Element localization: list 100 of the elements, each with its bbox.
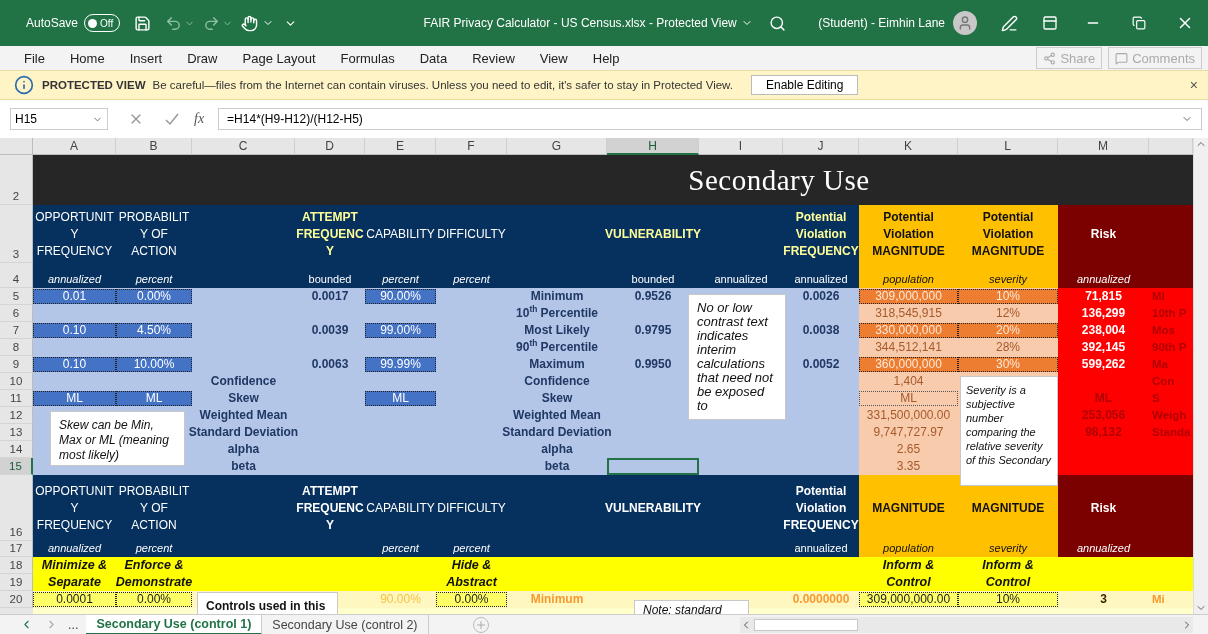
control-label: Enforce & Demonstrate bbox=[115, 557, 193, 591]
unit-label: annualized bbox=[714, 272, 768, 287]
unit-label: annualized bbox=[794, 541, 848, 556]
table-cell: Skew bbox=[228, 390, 259, 407]
insert-function-button[interactable]: fx bbox=[194, 111, 205, 127]
row-header[interactable]: 3 bbox=[0, 205, 33, 263]
row-header[interactable]: 8 bbox=[0, 339, 33, 356]
menu-item[interactable]: Page Layout bbox=[242, 50, 316, 66]
input-cell[interactable]: 0.00% bbox=[436, 592, 507, 607]
column-heading: VULNERABILITY bbox=[605, 499, 701, 517]
input-cell[interactable]: 0.00% bbox=[116, 289, 192, 304]
menu-item[interactable]: Formulas bbox=[340, 50, 395, 66]
input-cell[interactable]: 0.0001 bbox=[33, 592, 116, 607]
table-cell: alpha bbox=[541, 441, 573, 458]
table-cell: 318,545,915 bbox=[875, 305, 942, 322]
input-cell[interactable]: ML bbox=[116, 391, 192, 406]
table-cell-text: Standa bbox=[1151, 425, 1191, 440]
input-cell[interactable]: 10.00% bbox=[116, 357, 192, 372]
table-cell: 10$^{th}$ Percentile bbox=[516, 305, 598, 322]
row-header[interactable]: 6 bbox=[0, 305, 33, 322]
table-cell-text: Weigh bbox=[1151, 408, 1187, 423]
input-cell[interactable]: 99.00% bbox=[365, 323, 436, 338]
menu-item[interactable]: File bbox=[24, 50, 45, 66]
row-header[interactable]: 15 bbox=[0, 458, 33, 475]
name-box[interactable]: H15 bbox=[10, 108, 108, 130]
table-cell: 71,815 bbox=[1085, 288, 1122, 305]
column-header[interactable]: E bbox=[365, 138, 436, 155]
row-header[interactable]: 5 bbox=[0, 288, 33, 305]
control-label: Inform & Control bbox=[882, 557, 935, 591]
table-cell: 0.0026 bbox=[802, 288, 840, 305]
input-cell[interactable]: 0.00% bbox=[116, 592, 192, 607]
row-header[interactable]: 7 bbox=[0, 322, 33, 339]
row-header[interactable]: 2 bbox=[0, 155, 33, 205]
column-header[interactable]: I bbox=[699, 138, 783, 155]
table-cell: Standard Deviation bbox=[502, 424, 612, 441]
column-header[interactable]: G bbox=[507, 138, 607, 155]
user-name: (Student) - Eimhin Lane bbox=[818, 16, 945, 30]
input-cell[interactable]: 0.01 bbox=[33, 289, 116, 304]
menu-item[interactable]: Draw bbox=[187, 50, 218, 66]
input-cell[interactable]: ML bbox=[365, 391, 436, 406]
column-header[interactable]: K bbox=[859, 138, 958, 155]
table-cell: Confidence bbox=[524, 373, 590, 390]
input-cell[interactable]: 4.50% bbox=[116, 323, 192, 338]
row-header[interactable]: 14 bbox=[0, 441, 33, 458]
unit-label: population bbox=[883, 541, 934, 556]
table-cell: alpha bbox=[227, 441, 260, 458]
table-cell-text: S bbox=[1151, 391, 1160, 406]
column-header[interactable]: L bbox=[958, 138, 1058, 155]
row-header[interactable]: 12 bbox=[0, 407, 33, 424]
input-cell[interactable]: ML bbox=[859, 391, 958, 406]
table-cell: ML bbox=[1094, 390, 1113, 407]
menu-item[interactable]: Review bbox=[472, 50, 515, 66]
input-cell[interactable]: 0.10 bbox=[33, 323, 116, 338]
column-header[interactable]: C bbox=[192, 138, 295, 155]
row-header[interactable]: 9 bbox=[0, 356, 33, 373]
input-cell[interactable]: 309,000,000.00 bbox=[859, 592, 958, 607]
close-button[interactable]: × bbox=[1189, 77, 1198, 93]
unit-label: percent bbox=[382, 272, 419, 287]
column-header[interactable]: J bbox=[783, 138, 859, 155]
row-header[interactable]: 10 bbox=[0, 373, 33, 390]
menu-item[interactable]: View bbox=[539, 50, 568, 66]
table-cell: 392,145 bbox=[1081, 339, 1126, 356]
unit-label: annualized bbox=[1076, 541, 1131, 556]
column-header[interactable]: A bbox=[33, 138, 116, 155]
column-header[interactable]: F bbox=[436, 138, 507, 155]
column-header[interactable]: M bbox=[1058, 138, 1149, 155]
input-cell[interactable]: ML bbox=[33, 391, 116, 406]
column-heading: ATTEMPT FREQUENC Y bbox=[296, 482, 364, 534]
row-header[interactable]: 11 bbox=[0, 390, 33, 407]
menu-item[interactable]: Home bbox=[69, 50, 105, 66]
row-header[interactable]: 20 bbox=[0, 591, 33, 608]
input-cell[interactable]: 0.10 bbox=[33, 357, 116, 372]
more-sheets-button[interactable]: ... bbox=[68, 617, 79, 632]
unit-label: annualized bbox=[47, 272, 102, 287]
input-cell[interactable]: 10% bbox=[958, 592, 1058, 607]
table-cell: 344,512,141 bbox=[875, 339, 942, 356]
row-header[interactable]: 4 bbox=[0, 263, 33, 288]
menu-item[interactable]: Data bbox=[419, 50, 448, 66]
row-header[interactable]: 13 bbox=[0, 424, 33, 441]
menu-item[interactable]: Help bbox=[592, 50, 620, 66]
enable-editing-button[interactable]: Enable Editing bbox=[751, 75, 859, 95]
sheet-tab[interactable]: Secondary Use (control 2) bbox=[262, 614, 429, 634]
row-header[interactable]: 16 bbox=[0, 475, 33, 541]
formula-field[interactable]: =H14*(H9-H12)/(H12-H5) bbox=[218, 108, 1202, 130]
table-cell: Weighted Mean bbox=[513, 407, 601, 424]
unit-label: percent bbox=[135, 272, 173, 287]
row-header[interactable]: 17 bbox=[0, 541, 33, 557]
column-header[interactable]: H bbox=[607, 138, 699, 155]
column-header[interactable]: B bbox=[116, 138, 192, 155]
row-header[interactable]: 18 bbox=[0, 557, 33, 574]
row-header[interactable]: 19 bbox=[0, 574, 33, 591]
input-cell[interactable]: 90.00% bbox=[365, 289, 436, 304]
table-cell-text: Mi bbox=[1151, 289, 1165, 304]
column-heading: Risk bbox=[1090, 225, 1117, 243]
table-cell: 98,132 bbox=[1085, 424, 1122, 441]
table-cell: 12% bbox=[996, 305, 1020, 322]
menu-item[interactable]: Insert bbox=[129, 50, 163, 66]
sheet-tab[interactable]: Secondary Use (control 1) bbox=[86, 614, 263, 634]
column-header[interactable]: D bbox=[295, 138, 365, 155]
input-cell[interactable]: 99.99% bbox=[365, 357, 436, 372]
